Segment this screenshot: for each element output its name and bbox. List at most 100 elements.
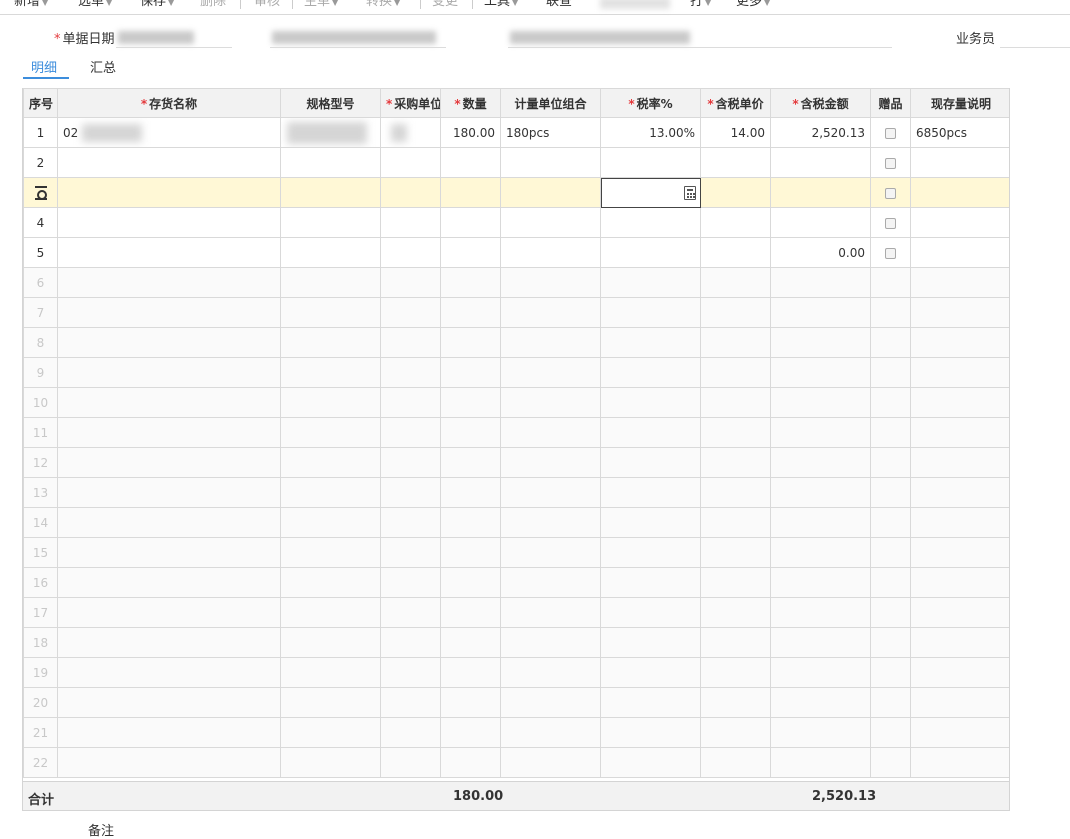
uom-group-cell[interactable]: [500, 417, 601, 448]
uom-group-cell[interactable]: [500, 627, 601, 658]
table-row-empty[interactable]: 14: [23, 507, 1009, 538]
quantity-cell[interactable]: [440, 417, 501, 448]
toolbar-more-button[interactable]: 更多 ▼: [736, 0, 770, 13]
amount-cell[interactable]: [770, 207, 871, 238]
toolbar-save-button[interactable]: 保存 ▼: [140, 0, 174, 13]
gift-cell[interactable]: [870, 597, 911, 628]
purchase-unit-cell[interactable]: [380, 297, 441, 328]
gift-cell[interactable]: [870, 327, 911, 358]
gift-checkbox[interactable]: [885, 217, 896, 229]
purchase-unit-cell[interactable]: [380, 267, 441, 298]
table-row-empty[interactable]: 19: [23, 657, 1009, 688]
uom-group-cell[interactable]: [500, 387, 601, 418]
purchase-unit-cell[interactable]: [380, 747, 441, 778]
tax-rate-cell[interactable]: [600, 687, 701, 718]
unit-price-cell[interactable]: [700, 447, 771, 478]
amount-cell[interactable]: [770, 447, 871, 478]
item-name-cell[interactable]: [57, 447, 281, 478]
item-name-cell[interactable]: [57, 627, 281, 658]
purchase-unit-cell[interactable]: [380, 597, 441, 628]
stock-note-cell[interactable]: [910, 627, 1009, 658]
item-name-cell[interactable]: [57, 747, 281, 778]
item-name-cell[interactable]: [57, 717, 281, 748]
uom-group-cell[interactable]: [500, 177, 601, 208]
gift-cell[interactable]: [870, 657, 911, 688]
uom-group-cell[interactable]: [500, 567, 601, 598]
tax-rate-cell[interactable]: [600, 387, 701, 418]
column-header-uom-group[interactable]: 计量单位组合: [500, 88, 601, 118]
quantity-cell[interactable]: [440, 447, 501, 478]
unit-price-cell[interactable]: [700, 297, 771, 328]
unit-price-cell[interactable]: [700, 357, 771, 388]
amount-cell[interactable]: [770, 387, 871, 418]
spec-cell[interactable]: [280, 387, 381, 418]
unit-price-cell[interactable]: [700, 657, 771, 688]
uom-group-cell[interactable]: [500, 537, 601, 568]
item-name-cell[interactable]: 02: [57, 117, 281, 148]
gift-checkbox[interactable]: [885, 187, 896, 199]
purchase-unit-cell[interactable]: [380, 237, 441, 268]
tax-rate-cell[interactable]: [600, 567, 701, 598]
stock-note-cell[interactable]: [910, 417, 1009, 448]
table-row-empty[interactable]: 18: [23, 627, 1009, 658]
quantity-cell[interactable]: [440, 717, 501, 748]
uom-group-cell[interactable]: [500, 507, 601, 538]
purchase-unit-cell[interactable]: [380, 537, 441, 568]
item-name-cell[interactable]: [57, 507, 281, 538]
purchase-unit-cell[interactable]: [380, 477, 441, 508]
unit-price-cell[interactable]: [700, 177, 771, 208]
quantity-cell[interactable]: [440, 327, 501, 358]
stock-note-cell[interactable]: [910, 357, 1009, 388]
uom-group-cell[interactable]: [500, 297, 601, 328]
table-row-empty[interactable]: 13: [23, 477, 1009, 508]
unit-price-cell[interactable]: [700, 747, 771, 778]
tax-rate-cell[interactable]: [600, 537, 701, 568]
tax-rate-cell[interactable]: [600, 507, 701, 538]
purchase-unit-cell[interactable]: [380, 207, 441, 238]
unit-price-cell[interactable]: [700, 267, 771, 298]
uom-group-cell[interactable]: [500, 447, 601, 478]
spec-cell[interactable]: [280, 357, 381, 388]
unit-price-cell[interactable]: [700, 567, 771, 598]
stock-note-cell[interactable]: [910, 237, 1009, 268]
tax-rate-cell[interactable]: [600, 357, 701, 388]
blurred-field-value[interactable]: [272, 31, 436, 44]
purchase-unit-cell[interactable]: [380, 417, 441, 448]
spec-cell[interactable]: [280, 147, 381, 178]
amount-cell[interactable]: [770, 357, 871, 388]
column-header-spec[interactable]: 规格型号: [280, 88, 381, 118]
uom-group-cell[interactable]: [500, 327, 601, 358]
amount-cell[interactable]: 0.00: [770, 237, 871, 268]
quantity-cell[interactable]: [440, 267, 501, 298]
toolbar-audit-button[interactable]: 审核: [254, 0, 280, 13]
amount-cell[interactable]: [770, 477, 871, 508]
toolbar-convert-button[interactable]: 转换 ▼: [366, 0, 400, 13]
table-row[interactable]: 2: [23, 147, 1009, 178]
item-name-cell[interactable]: [57, 477, 281, 508]
unit-price-cell[interactable]: 14.00: [700, 117, 771, 148]
table-row-empty[interactable]: 10: [23, 387, 1009, 418]
purchase-unit-cell[interactable]: [380, 327, 441, 358]
date-field-value[interactable]: [118, 31, 194, 44]
gift-cell[interactable]: [870, 507, 911, 538]
spec-cell[interactable]: [280, 117, 381, 148]
item-name-cell[interactable]: [57, 597, 281, 628]
gift-cell[interactable]: [870, 687, 911, 718]
spec-cell[interactable]: [280, 507, 381, 538]
tax-rate-cell[interactable]: [600, 447, 701, 478]
table-row-empty[interactable]: 7: [23, 297, 1009, 328]
unit-price-cell[interactable]: [700, 717, 771, 748]
spec-cell[interactable]: [280, 237, 381, 268]
quantity-cell[interactable]: [440, 537, 501, 568]
spec-cell[interactable]: [280, 477, 381, 508]
gift-cell[interactable]: [870, 387, 911, 418]
spec-cell[interactable]: [280, 657, 381, 688]
spec-cell[interactable]: [280, 567, 381, 598]
tax-rate-cell[interactable]: [600, 717, 701, 748]
amount-cell[interactable]: [770, 327, 871, 358]
unit-price-cell[interactable]: [700, 627, 771, 658]
uom-group-cell[interactable]: [500, 687, 601, 718]
quantity-cell[interactable]: [440, 687, 501, 718]
table-row[interactable]: 1 02 180.00 180pcs 13.00% 14.00 2,520.13…: [23, 117, 1009, 148]
stock-note-cell[interactable]: [910, 267, 1009, 298]
